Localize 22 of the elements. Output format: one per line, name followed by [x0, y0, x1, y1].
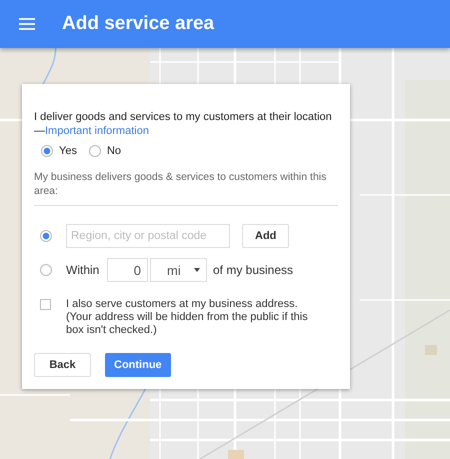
within-label: Within	[66, 263, 100, 277]
distance-suffix: of my business	[213, 263, 294, 277]
radio-label: No	[106, 145, 122, 157]
radio-button[interactable]	[88, 145, 101, 157]
question-text: I deliver goods and services to my customers at their location —Important information	[34, 110, 333, 138]
unit-select[interactable]: mi	[150, 258, 207, 282]
distance-input-field[interactable]: 0	[107, 258, 148, 282]
menu-icon[interactable]	[19, 18, 35, 30]
page-title: Add service area	[62, 13, 214, 35]
caret-icon	[194, 268, 200, 272]
radio-button[interactable]	[41, 145, 53, 157]
back-button[interactable]: Back	[34, 353, 91, 377]
region-input-field[interactable]: Region, city or postal code	[66, 224, 230, 248]
checkbox-label: I also serve customers at my business address. (Your address will be hidden from the public if this box isn't checked.)	[66, 298, 309, 337]
area-prompt: My business delivers goods & services to customers within this area:	[34, 170, 328, 198]
radio-button[interactable]	[40, 264, 52, 276]
info-link[interactable]: Important information	[45, 125, 149, 137]
radio-button[interactable]	[40, 230, 52, 242]
add-button[interactable]: Add	[242, 224, 290, 248]
radio-label: Yes	[59, 145, 77, 157]
continue-button[interactable]: Continue	[105, 353, 171, 377]
checkbox[interactable]	[40, 299, 51, 310]
